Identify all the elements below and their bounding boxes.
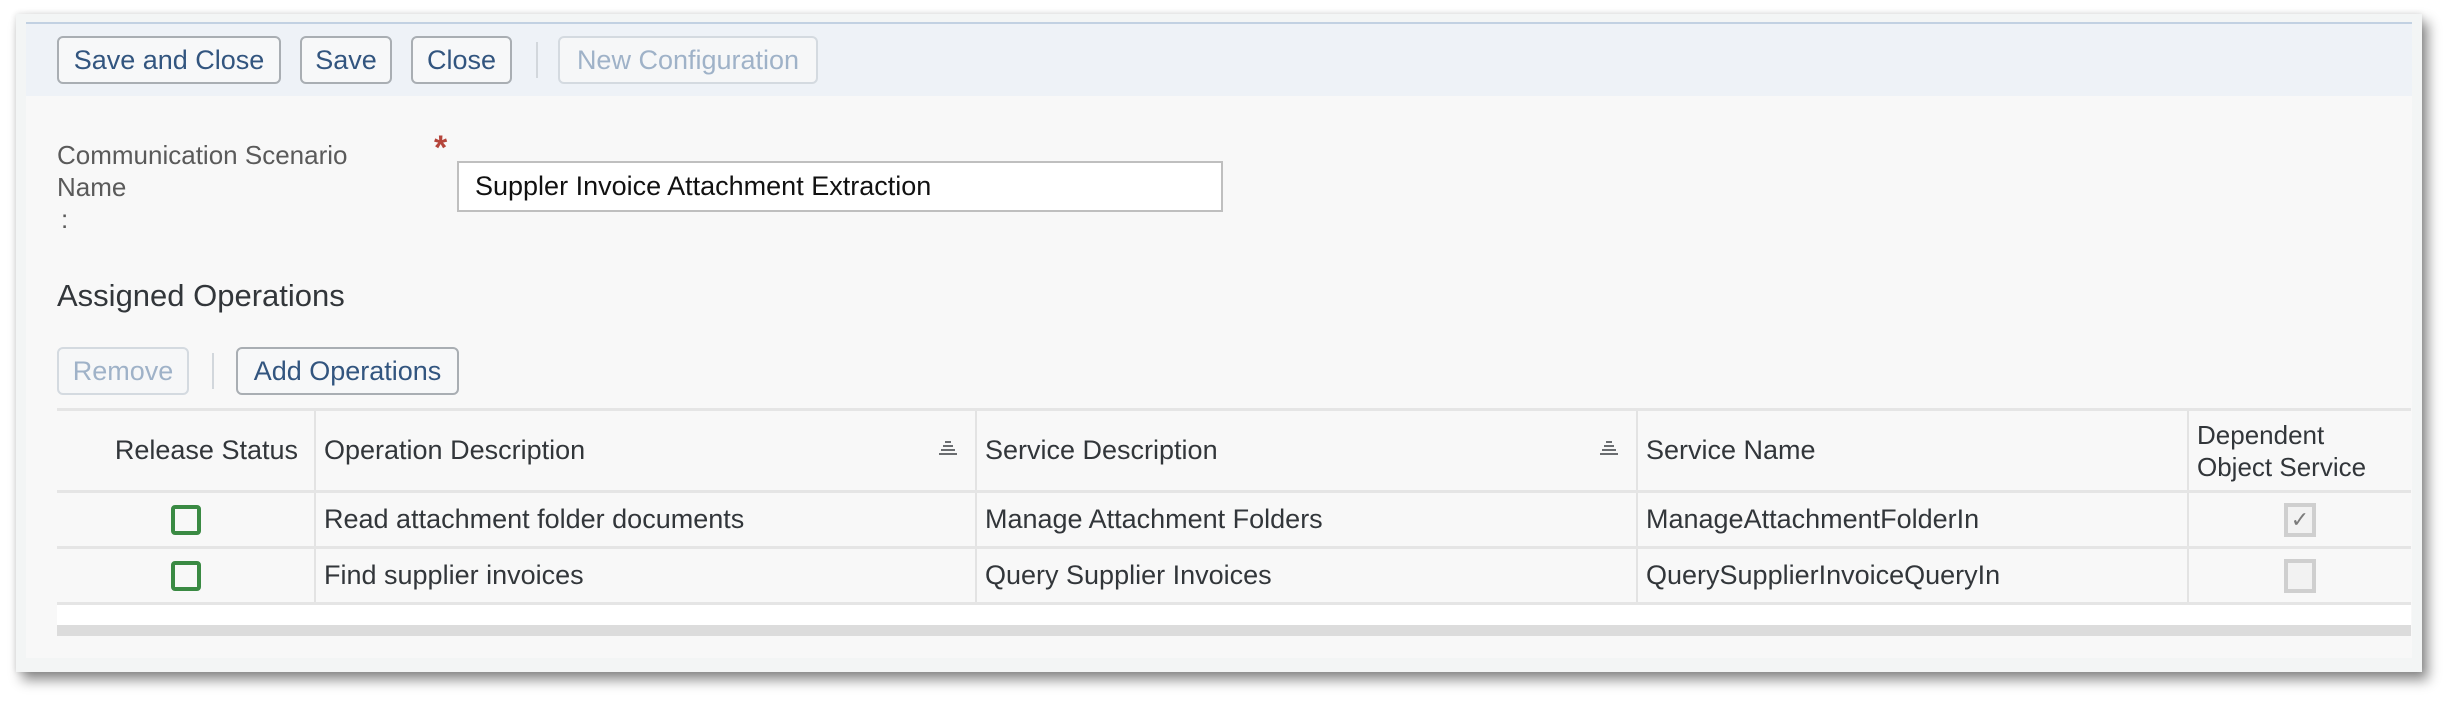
dependent-header-line1: Dependent xyxy=(2197,420,2325,450)
dependent-object-service-checkbox-unchecked[interactable] xyxy=(2284,558,2316,593)
service-name-header-label: Service Name xyxy=(1646,435,1816,465)
sort-icon[interactable] xyxy=(939,441,957,459)
service-description-cell: Manage Attachment Folders xyxy=(977,493,1638,546)
service-name-cell: ManageAttachmentFolderIn xyxy=(1638,493,2189,546)
sort-icon[interactable] xyxy=(1600,441,1618,459)
dependent-header-line2: Object Service xyxy=(2197,452,2367,482)
release-status-header-label: Release Status xyxy=(114,435,298,465)
table-row[interactable]: Read attachment folder documents Manage … xyxy=(57,493,2411,549)
operation-description-header-label: Operation Description xyxy=(324,435,586,465)
column-header-dependent-object-service[interactable]: Dependent Object Service xyxy=(2189,411,2411,490)
scenario-name-label-line1: Communication Scenario xyxy=(57,140,348,170)
release-status-cell xyxy=(57,493,316,546)
release-status-cell xyxy=(57,549,316,602)
status-released-icon xyxy=(170,560,201,591)
column-header-service-name[interactable]: Service Name xyxy=(1638,411,2189,490)
table-header-row: Release Status Operation Description Ser… xyxy=(57,411,2411,493)
remove-button[interactable]: Remove xyxy=(57,347,189,395)
required-asterisk: * xyxy=(434,129,448,167)
assigned-operations-title: Assigned Operations xyxy=(57,278,345,313)
toolbar-separator xyxy=(536,42,538,78)
toolbar: Save and Close Save Close New Configurat… xyxy=(26,22,2412,96)
column-header-service-description[interactable]: Service Description xyxy=(977,411,1638,490)
scenario-name-input[interactable] xyxy=(457,161,1223,212)
service-description-header-label: Service Description xyxy=(985,435,1218,465)
column-header-operation-description[interactable]: Operation Description xyxy=(316,411,977,490)
status-released-icon xyxy=(170,504,201,535)
save-and-close-button[interactable]: Save and Close xyxy=(57,36,281,84)
operation-description-cell: Read attachment folder documents xyxy=(316,493,977,546)
save-button[interactable]: Save xyxy=(300,36,392,84)
dependent-object-service-checkbox-checked[interactable]: ✓ xyxy=(2284,502,2316,537)
operation-description-cell: Find supplier invoices xyxy=(316,549,977,602)
table-row[interactable]: Find supplier invoices Query Supplier In… xyxy=(57,549,2411,605)
new-configuration-button[interactable]: New Configuration xyxy=(558,36,818,84)
dialog-window: Save and Close Save Close New Configurat… xyxy=(16,14,2422,672)
horizontal-scrollbar[interactable] xyxy=(57,625,2411,636)
scenario-name-label-line2: Name xyxy=(57,172,127,202)
dependent-object-service-cell: ✓ xyxy=(2189,493,2411,546)
table-empty-strip xyxy=(57,605,2411,625)
scenario-name-label: Communication Scenario Name : xyxy=(57,139,347,235)
close-button[interactable]: Close xyxy=(411,36,512,84)
dialog-content: Save and Close Save Close New Configurat… xyxy=(26,22,2412,658)
scenario-name-label-colon: : xyxy=(61,204,69,234)
service-description-cell: Query Supplier Invoices xyxy=(977,549,1638,602)
operations-toolbar-separator xyxy=(212,353,214,389)
add-operations-button[interactable]: Add Operations xyxy=(236,347,459,395)
checkmark-icon: ✓ xyxy=(2290,506,2310,532)
column-header-release-status[interactable]: Release Status xyxy=(57,411,316,490)
dependent-object-service-cell xyxy=(2189,549,2411,602)
service-name-cell: QuerySupplierInvoiceQueryIn xyxy=(1638,549,2189,602)
operations-table: Release Status Operation Description Ser… xyxy=(57,408,2411,636)
